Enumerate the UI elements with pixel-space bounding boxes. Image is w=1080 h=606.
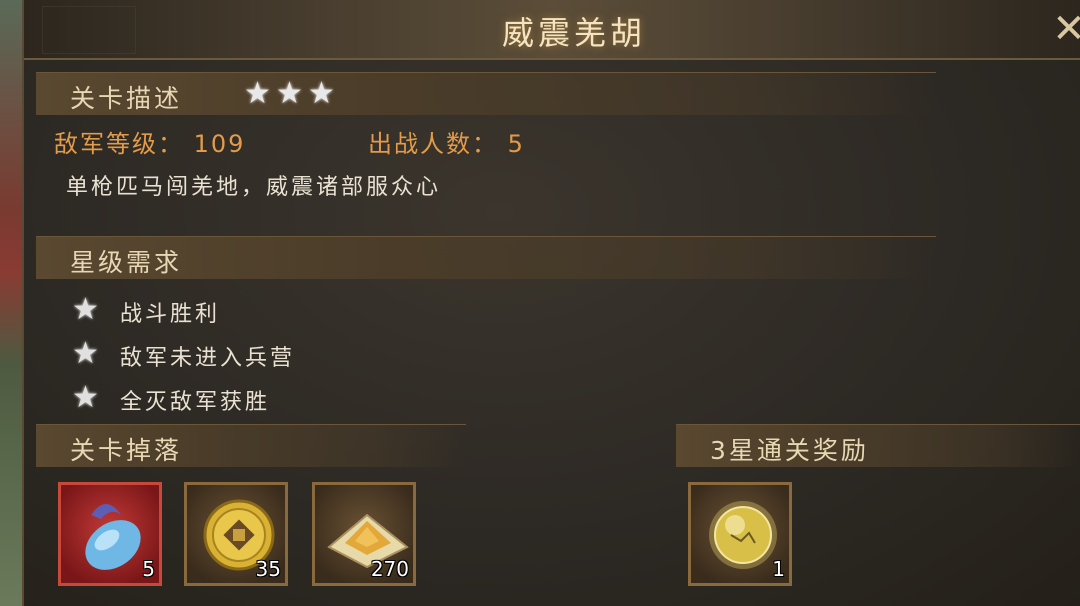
- troop-count-value: 5: [507, 130, 525, 158]
- background-scene: [0, 0, 24, 606]
- star-requirements-header-label: 星级需求: [70, 248, 183, 277]
- star-icon: ★: [72, 292, 99, 327]
- star-rating: ★ ★ ★: [244, 79, 335, 109]
- drop-slot-gold-coin[interactable]: 35: [184, 482, 288, 586]
- drop-count: 5: [142, 557, 155, 581]
- drops-header-label: 关卡掉落: [70, 436, 183, 465]
- star-icon: ★: [72, 336, 99, 371]
- close-button[interactable]: ✕: [1044, 4, 1080, 54]
- troop-count-label: 出战人数：: [368, 130, 498, 158]
- star-icon: ★: [276, 76, 303, 111]
- drop-count: 270: [370, 557, 409, 581]
- description-header-label: 关卡描述: [70, 84, 183, 113]
- reward-slot-golden-orb[interactable]: 1: [688, 482, 792, 586]
- drop-count: 35: [255, 557, 281, 581]
- requirement-label: 敌军未进入兵营: [120, 346, 296, 371]
- description-header: 关卡描述 ★ ★ ★: [36, 72, 936, 115]
- stage-description: 单枪匹马闯羌地，威震诸部服众心: [66, 175, 442, 200]
- star-requirements-header: 星级需求: [36, 236, 936, 279]
- troop-count: 出战人数： 5: [368, 124, 525, 159]
- requirement-label: 全灭敌军获胜: [120, 390, 271, 415]
- enemy-level-value: 109: [193, 130, 246, 158]
- star-icon: ★: [308, 76, 335, 111]
- page-title: 威震羌胡: [501, 14, 646, 52]
- enemy-level: 敌军等级： 109: [54, 124, 245, 159]
- enemy-level-label: 敌军等级：: [54, 130, 184, 158]
- reward-count: 1: [772, 557, 785, 581]
- requirement-label: 战斗胜利: [120, 302, 221, 327]
- drop-slot-sand-pile[interactable]: 270: [312, 482, 416, 586]
- reward-header-label: 3星通关奖励: [710, 436, 869, 465]
- star-icon: ★: [72, 380, 99, 415]
- stage-detail-panel: 威震羌胡 ✕ 关卡描述 ★ ★ ★ 敌军等级： 109 出战人数： 5 单枪匹马…: [22, 0, 1080, 606]
- drops-header: 关卡掉落: [36, 424, 466, 467]
- drop-slot-blue-gem[interactable]: 5: [58, 482, 162, 586]
- star-icon: ★: [244, 76, 271, 111]
- reward-header: 3星通关奖励: [676, 424, 1080, 467]
